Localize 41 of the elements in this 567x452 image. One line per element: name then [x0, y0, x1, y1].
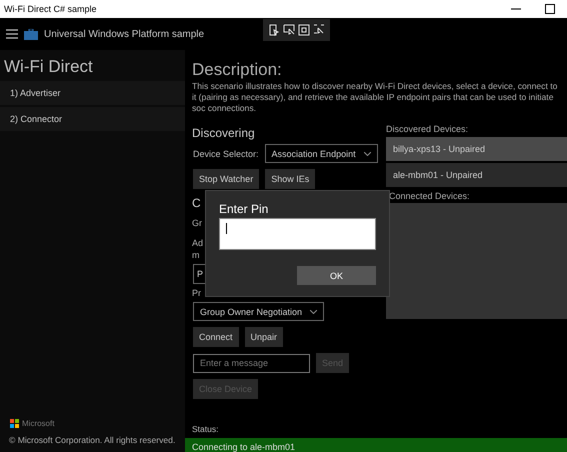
label-text: Gr	[192, 217, 202, 229]
app-title: Universal Windows Platform sample	[44, 28, 204, 40]
maximize-icon[interactable]	[545, 4, 555, 14]
label-text: m	[192, 249, 200, 261]
selection-icon[interactable]	[313, 24, 326, 36]
section-heading: C	[191, 195, 201, 211]
status-message: Connecting to ale-mbm01	[185, 438, 567, 452]
action-button[interactable]: Stop Watcher	[193, 169, 260, 189]
sidebar-item[interactable]: 1) Advertiser	[0, 81, 185, 105]
window-title: Wi-Fi Direct C# sample	[4, 4, 98, 14]
square-icon[interactable]	[298, 24, 310, 36]
document-icon[interactable]	[268, 24, 280, 36]
label-text: Pr	[192, 287, 201, 299]
device-list-item[interactable]: ale-mbm01 - Unpaired	[386, 163, 567, 187]
chevron-icon	[310, 310, 318, 314]
action-button[interactable]: Show IEs	[265, 169, 316, 189]
list-label: Discovered Devices:	[386, 123, 470, 136]
copyright-text: © Microsoft Corporation. All rights reserved.	[9, 434, 176, 446]
device-selector-dropdown[interactable]: Association Endpoint	[264, 144, 378, 163]
menu-icon[interactable]	[6, 29, 18, 39]
briefcase-icon	[24, 28, 38, 40]
sidebar-item[interactable]: 2) Connector	[0, 107, 185, 131]
selector-label: Device Selector:	[193, 148, 259, 158]
brand-name: Microsoft	[22, 419, 54, 428]
dialog-title: Enter Pin	[219, 202, 270, 216]
label-text: Ad	[192, 237, 204, 249]
list-label: Connected Devices:	[388, 190, 471, 203]
section-heading: Discovering	[191, 125, 255, 141]
cursor-icon[interactable]	[282, 24, 295, 36]
device-list-item[interactable]: billya-xps13 - Unpaired	[386, 137, 567, 161]
action-button[interactable]: Connect	[193, 327, 239, 347]
description-heading: Description:	[192, 60, 283, 80]
chevron-icon	[364, 152, 371, 156]
action-button[interactable]: Unpair	[244, 327, 284, 347]
windows-logo-icon	[10, 419, 19, 428]
status-label: Status:	[192, 424, 220, 434]
pairing-dropdown[interactable]: Group Owner Negotiation	[193, 302, 324, 321]
sidebar-title: Wi-Fi Direct	[3, 56, 94, 78]
description-text: This scenario illustrates how to discover nearby Wi-Fi Direct devices, select a device, connect to it (pairing as necessary), and retrieve the available IP endpoint pairs that can be used to initiate soc connections.	[192, 81, 558, 114]
ok-button[interactable]: OK	[297, 266, 376, 285]
message-input[interactable]: Enter a message	[193, 354, 310, 372]
